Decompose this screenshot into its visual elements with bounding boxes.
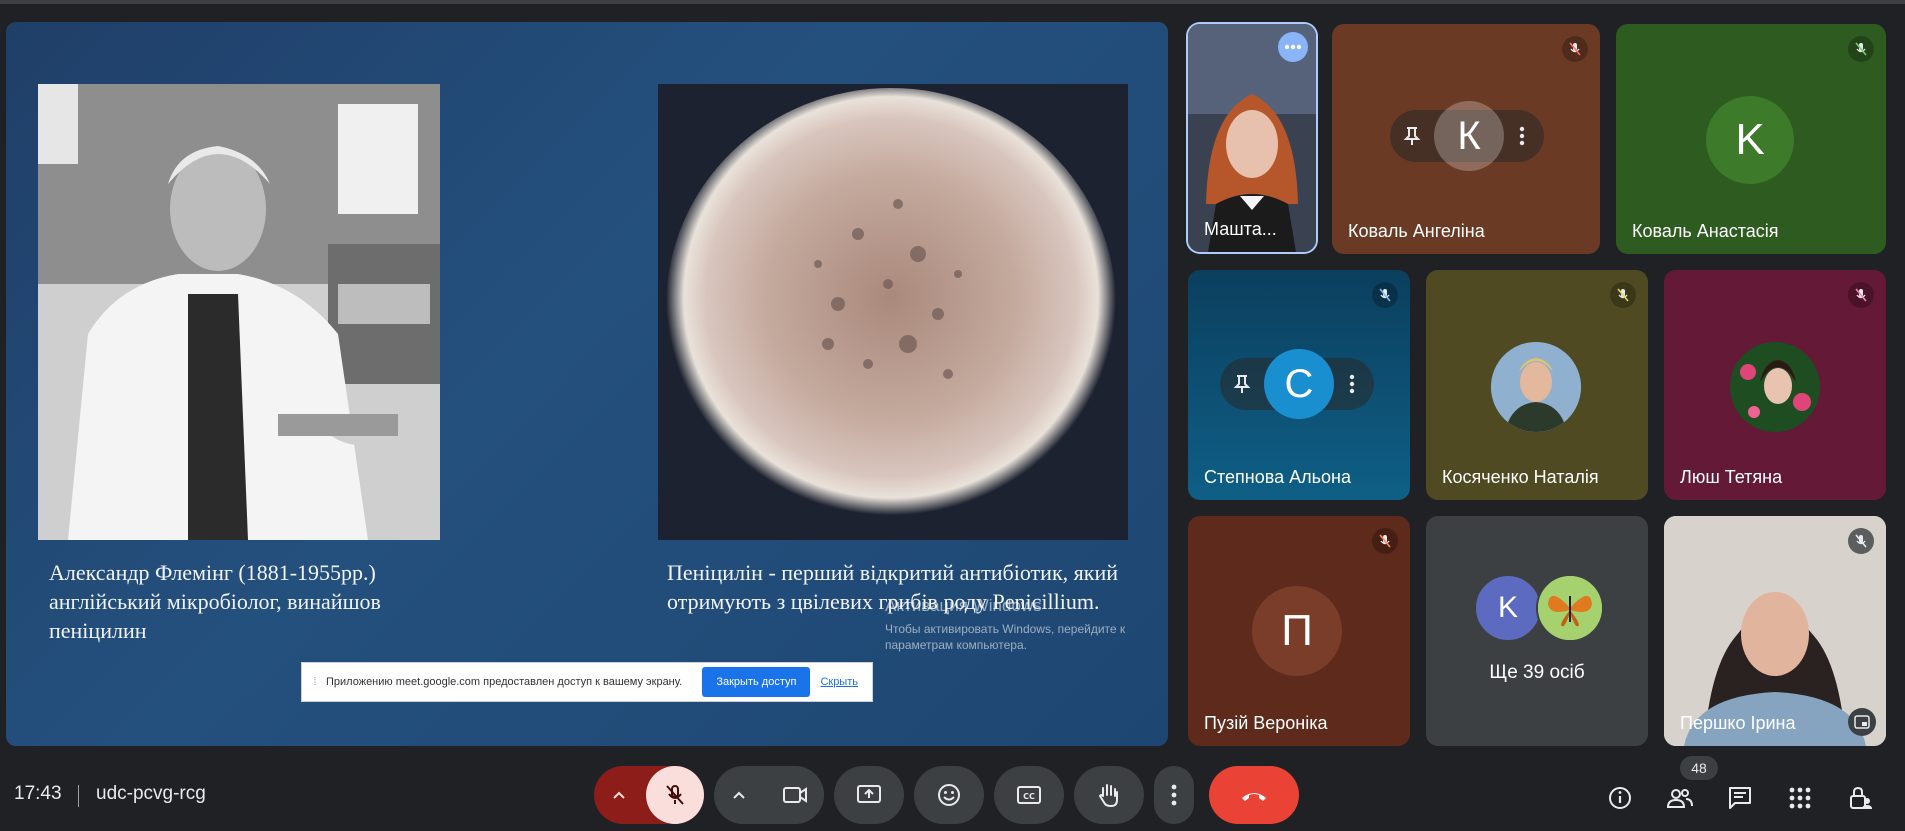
drag-handle-icon[interactable]: ⁞ [308, 676, 322, 688]
info-icon [1609, 787, 1631, 809]
more-vert-icon [1171, 784, 1177, 806]
mic-control-group [594, 766, 704, 824]
participant-name: Пузій Вероніка [1204, 713, 1328, 733]
screen-share-notice: ⁞ Приложению meet.google.com предоставле… [301, 662, 873, 702]
top-divider [0, 0, 1905, 4]
mic-off-icon [1848, 528, 1874, 554]
participant-name: Степнова Альона [1204, 467, 1351, 487]
mic-off-icon [1372, 528, 1398, 554]
camera-options-button[interactable] [714, 766, 764, 824]
more-participants-label: Ще 39 осіб [1489, 662, 1585, 683]
emoji-icon [938, 784, 960, 806]
meeting-details-button[interactable] [1602, 780, 1638, 816]
present-to-all-icon [857, 785, 881, 803]
participant-avatar: С [1264, 349, 1334, 419]
participant-avatar: К [1434, 101, 1504, 171]
more-options-button[interactable] [1154, 766, 1194, 824]
camera-toggle-button[interactable] [766, 766, 824, 824]
leave-call-button[interactable] [1209, 766, 1299, 824]
more-vert-icon[interactable] [1334, 374, 1370, 394]
mic-toggle-button[interactable] [646, 766, 704, 824]
reactions-button[interactable] [914, 766, 984, 824]
tile-hover-controls: К [1390, 101, 1544, 171]
participant-name: Люш Тетяна [1680, 467, 1783, 487]
mic-options-button[interactable] [594, 766, 644, 824]
mic-off-icon [666, 785, 684, 805]
participant-name: Коваль Ангеліна [1348, 221, 1485, 241]
participant-tile[interactable]: K Коваль Анастасія [1616, 24, 1886, 254]
mic-off-icon [1562, 36, 1588, 62]
stop-sharing-button[interactable]: Закрыть доступ [702, 667, 811, 697]
chat-icon [1729, 787, 1751, 809]
svg-text:CC: CC [1023, 792, 1035, 801]
participant-name: Машта... [1204, 219, 1277, 239]
participant-tile[interactable]: С Степнова Альона [1188, 270, 1410, 500]
mic-off-icon [1372, 282, 1398, 308]
butterfly-avatar-icon [1536, 574, 1604, 642]
chevron-up-icon [613, 791, 625, 799]
participant-name: Коваль Анастасія [1632, 221, 1779, 241]
mic-off-icon [1610, 282, 1636, 308]
avatar-initial: П [1281, 606, 1313, 655]
participant-name: Косяченко Наталія [1442, 467, 1599, 487]
avatar-initial: С [1284, 361, 1314, 406]
raise-hand-button[interactable] [1074, 766, 1144, 824]
windows-activation-text: Чтобы активировать Windows, перейдите к … [885, 622, 1126, 652]
participant-avatar [1491, 342, 1581, 432]
apps-icon [1789, 787, 1811, 809]
pin-icon[interactable] [1220, 374, 1264, 394]
people-icon [1666, 789, 1693, 808]
participant-tile[interactable]: Косяченко Наталія [1426, 270, 1648, 500]
penicillium-photo [658, 84, 1128, 540]
windows-activation-title: Активация Windows [885, 596, 1042, 615]
call-end-icon [1242, 793, 1266, 801]
divider [78, 785, 79, 807]
avatar-initial: К [1457, 113, 1481, 158]
people-button[interactable] [1662, 780, 1698, 816]
avatar-initial: K [1497, 591, 1518, 624]
participant-tile[interactable]: Люш Тетяна [1664, 270, 1886, 500]
share-notice-text: Приложению meet.google.com предоставлен … [326, 676, 683, 688]
camera-control-group [714, 766, 824, 824]
participant-tile[interactable]: К Коваль Ангеліна [1332, 24, 1600, 254]
videocam-icon [783, 787, 807, 803]
captions-button[interactable]: CC [994, 766, 1064, 824]
fleming-caption: Александр Флемінг (1881-1955рр.) англійс… [49, 560, 381, 643]
avatar-initial: K [1735, 115, 1765, 164]
clock: 17:43 [14, 783, 62, 804]
participant-tile[interactable]: Першко Ірина [1664, 516, 1886, 746]
hide-notice-link[interactable]: Скрыть [820, 676, 858, 688]
participant-avatar: П [1252, 586, 1342, 676]
people-count-badge: 48 [1680, 756, 1718, 780]
fleming-photo [38, 84, 440, 540]
closed-captions-icon: CC [1017, 786, 1041, 804]
participant-tile-self[interactable]: Машта... [1188, 24, 1316, 252]
participant-avatar: K [1706, 96, 1794, 184]
chat-button[interactable] [1722, 780, 1758, 816]
tile-hover-controls: С [1220, 349, 1374, 419]
picture-in-picture-icon[interactable] [1848, 708, 1876, 736]
more-participants-tile[interactable]: K Ще 39 осіб [1426, 516, 1648, 746]
hand-icon [1098, 784, 1118, 808]
participant-avatar [1730, 342, 1820, 432]
mic-off-icon [1848, 36, 1874, 62]
participant-name: Першко Ірина [1680, 713, 1796, 733]
participant-tile[interactable]: П Пузій Вероніка [1188, 516, 1410, 746]
present-screen-button[interactable] [834, 766, 904, 824]
meeting-code: udc-pcvg-rcg [96, 783, 206, 804]
mic-off-icon [1848, 282, 1874, 308]
pin-icon[interactable] [1390, 126, 1434, 146]
more-vert-icon[interactable] [1504, 126, 1540, 146]
lock-person-icon [1850, 786, 1872, 809]
chevron-up-icon [733, 791, 745, 799]
more-options-icon[interactable] [1278, 32, 1308, 62]
host-controls-button[interactable] [1842, 780, 1878, 816]
activities-button[interactable] [1782, 780, 1818, 816]
participant-avatar: K [1474, 574, 1542, 642]
